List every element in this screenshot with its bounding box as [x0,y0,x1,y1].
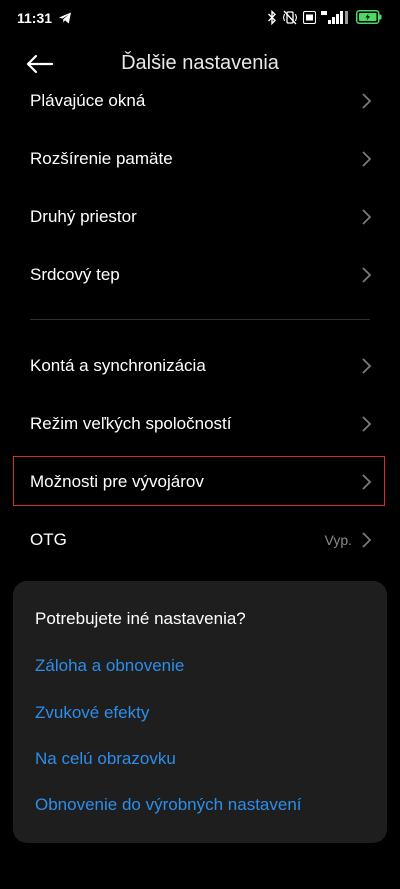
section-divider [30,319,370,320]
chevron-right-icon [362,93,372,109]
status-bar: 11:31 [0,0,400,36]
setting-label: Rozšírenie pamäte [30,149,173,168]
setting-row-second-space[interactable]: Druhý priestor [0,188,400,246]
setting-row-otg[interactable]: OTG Vyp. [0,511,400,569]
link-full-screen[interactable]: Na celú obrazovku [35,749,176,769]
setting-row-memory-extension[interactable]: Rozšírenie pamäte [0,130,400,188]
setting-row-heartbeat[interactable]: Srdcový tep [0,246,400,304]
telegram-icon [59,12,71,24]
chevron-right-icon [362,267,372,283]
setting-label: OTG [30,530,67,549]
chevron-right-icon [362,151,372,167]
setting-label: Kontá a synchronizácia [30,356,206,375]
status-icons [267,9,382,25]
link-backup-restore[interactable]: Záloha a obnovenie [35,656,184,676]
chevron-right-icon [362,358,372,374]
setting-label: Druhý priestor [30,207,137,226]
suggestions-card: Potrebujete iné nastavenia? Záloha a obn… [13,581,387,843]
hd-icon [303,10,316,24]
chevron-right-icon [362,532,372,548]
setting-row-accounts-sync[interactable]: Kontá a synchronizácia [0,337,400,395]
link-factory-reset[interactable]: Obnovenie do výrobných nastavení [35,795,302,815]
vibrate-icon [282,10,298,24]
highlight-box [13,456,385,506]
setting-label: Plávajúce okná [30,91,146,110]
setting-value: Vyp. [324,532,353,548]
setting-label: Režim veľkých spoločností [30,414,232,433]
chevron-right-icon [362,416,372,432]
setting-row-enterprise-mode[interactable]: Režim veľkých spoločností [0,395,400,453]
bluetooth-icon [268,9,276,25]
setting-label: Srdcový tep [30,265,120,284]
status-time: 11:31 [17,10,53,26]
suggestions-title: Potrebujete iné nastavenia? [35,609,246,628]
signal-4g-icon [321,11,348,24]
link-sound-effects[interactable]: Zvukové efekty [35,703,149,723]
setting-row-floating-windows[interactable]: Plávajúce okná [0,72,400,130]
battery-icon [356,10,382,24]
chevron-right-icon [362,209,372,225]
